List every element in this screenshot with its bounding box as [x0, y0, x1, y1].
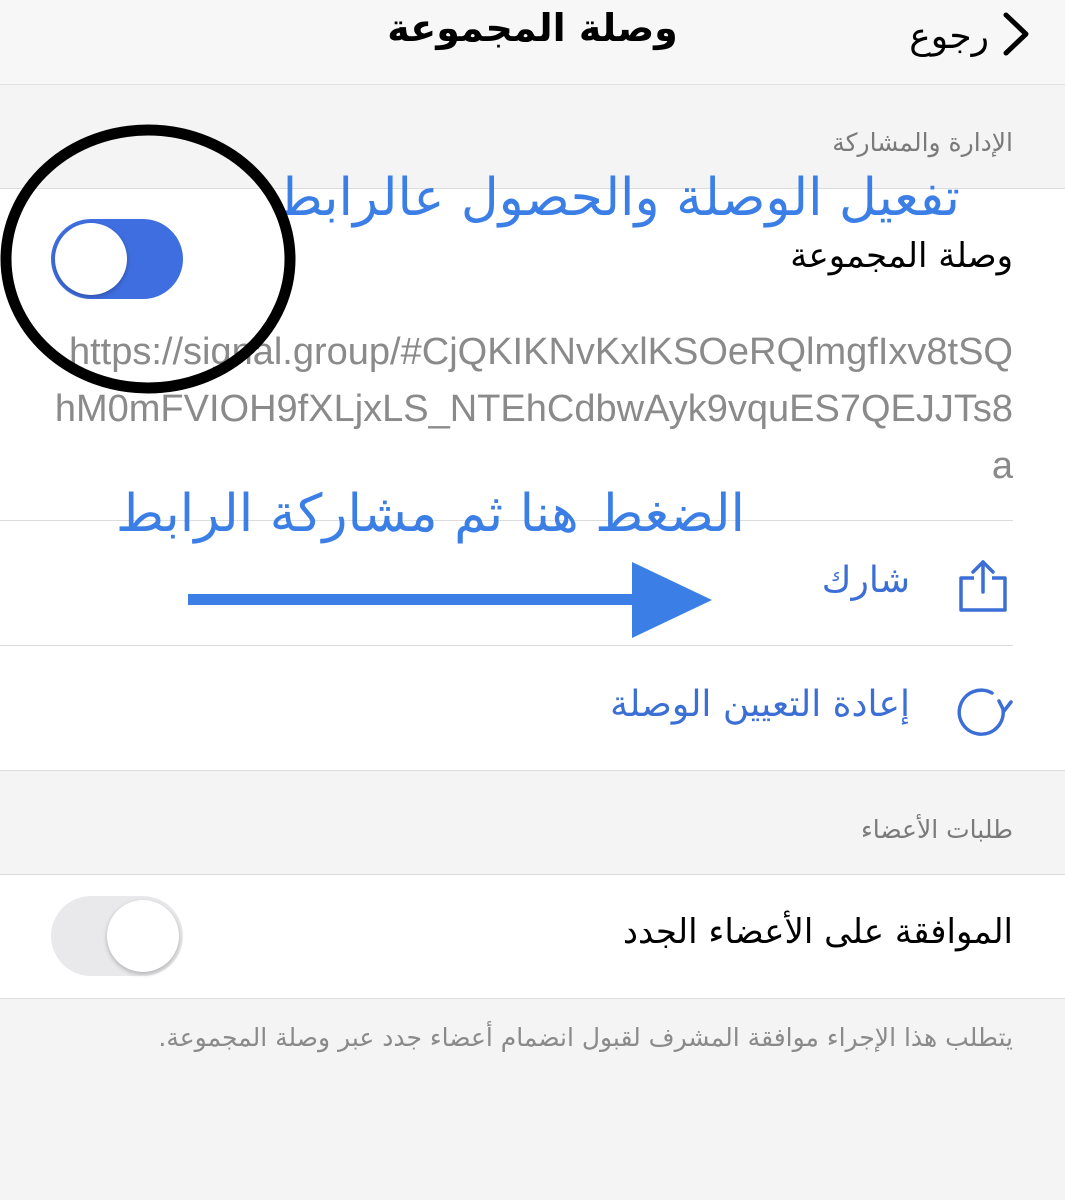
toggle-knob [107, 900, 179, 972]
approve-new-members-toggle[interactable] [51, 896, 183, 976]
divider [0, 770, 1065, 771]
share-label[interactable]: شارك [822, 560, 910, 601]
divider [0, 998, 1065, 999]
section-header-management: الإدارة والمشاركة [832, 128, 1013, 157]
arrow-annotation [186, 560, 716, 644]
footer-note: يتطلب هذا الإجراء موافقة المشرف لقبول ان… [158, 1023, 1013, 1052]
annotation-share-link: الضغط هنا ثم مشاركة الرابط [115, 484, 745, 544]
page-title: وصلة المجموعة [387, 6, 678, 50]
section-header-member-requests: طلبات الأعضاء [861, 815, 1013, 844]
share-icon[interactable] [955, 558, 1011, 618]
reset-link-label[interactable]: إعادة التعيين الوصلة [610, 684, 910, 725]
reset-icon[interactable] [953, 682, 1013, 746]
circle-annotation [0, 124, 300, 398]
approve-new-members-label: الموافقة على الأعضاء الجدد [622, 912, 1013, 952]
annotation-enable-link: تفعيل الوصلة والحصول عالرابط [274, 168, 960, 228]
group-link-label: وصلة المجموعة [790, 236, 1013, 276]
chevron-right-icon [1001, 11, 1031, 61]
back-label: رجوع [909, 15, 989, 57]
back-button[interactable]: رجوع [909, 6, 1031, 66]
